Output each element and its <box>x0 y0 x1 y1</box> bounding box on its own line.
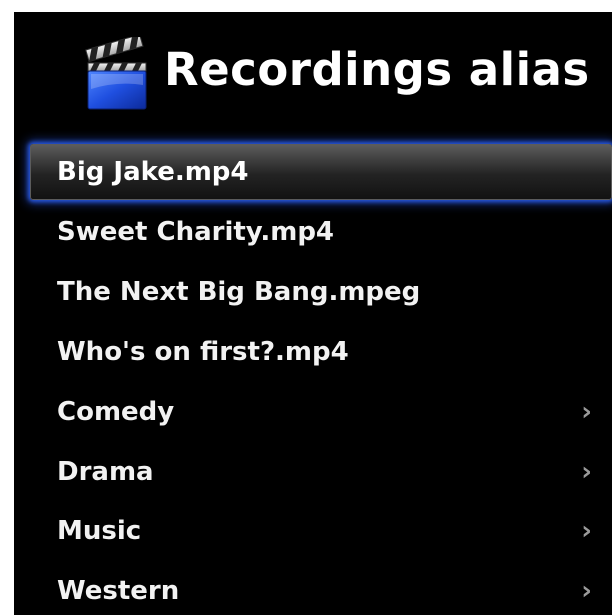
list-item-label: Who's on first?.mp4 <box>57 337 349 367</box>
list-item-label: Sweet Charity.mp4 <box>57 217 335 247</box>
list-item-label: Big Jake.mp4 <box>57 157 249 187</box>
header: Recordings alias <box>14 12 612 130</box>
folder-item-label: Western <box>57 576 180 606</box>
chevron-right-icon: › <box>581 397 592 427</box>
folder-item-drama[interactable]: Drama › <box>14 443 612 501</box>
list-item-whos-on-first[interactable]: Who's on first?.mp4 <box>14 323 612 381</box>
folder-item-label: Music <box>57 516 142 546</box>
folder-item-label: Comedy <box>57 397 175 427</box>
folder-item-comedy[interactable]: Comedy › <box>14 383 612 441</box>
page-title: Recordings alias <box>164 43 590 96</box>
list-item-next-big-bang[interactable]: The Next Big Bang.mpeg <box>14 263 612 321</box>
recordings-screen: Recordings alias Big Jake.mp4 Sweet Char… <box>14 12 612 615</box>
clapperboard-icon <box>85 37 147 110</box>
list-item-big-jake[interactable]: Big Jake.mp4 <box>30 144 612 200</box>
folder-item-western[interactable]: Western › <box>14 562 612 615</box>
folder-item-music[interactable]: Music › <box>14 502 612 560</box>
chevron-right-icon: › <box>581 576 592 606</box>
list-item-sweet-charity[interactable]: Sweet Charity.mp4 <box>14 203 612 261</box>
chevron-right-icon: › <box>581 516 592 546</box>
chevron-right-icon: › <box>581 457 592 487</box>
list-item-label: The Next Big Bang.mpeg <box>57 277 421 307</box>
folder-item-label: Drama <box>57 457 154 487</box>
